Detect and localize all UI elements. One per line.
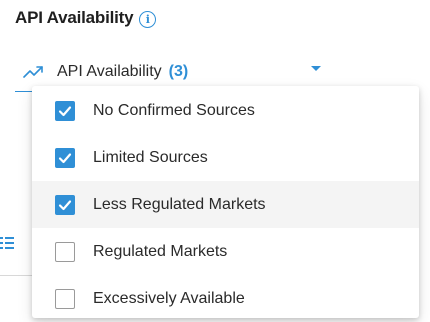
selected-count: (3) xyxy=(168,62,189,80)
checkbox-checked[interactable] xyxy=(55,100,75,121)
filter-section-title: API Availability i xyxy=(15,6,157,30)
checkbox-unchecked[interactable] xyxy=(55,241,75,262)
list-icon[interactable] xyxy=(0,236,14,250)
option-no-confirmed-sources[interactable]: No Confirmed Sources xyxy=(32,87,419,134)
option-label: Limited Sources xyxy=(93,148,208,166)
option-label: Less Regulated Markets xyxy=(93,195,266,213)
divider xyxy=(0,275,36,276)
option-excessively-available[interactable]: Excessively Available xyxy=(32,275,419,322)
option-limited-sources[interactable]: Limited Sources xyxy=(32,134,419,181)
option-label: No Confirmed Sources xyxy=(93,101,255,119)
option-label: Excessively Available xyxy=(93,289,245,307)
option-less-regulated-markets[interactable]: Less Regulated Markets xyxy=(32,181,419,228)
checkbox-unchecked[interactable] xyxy=(55,288,75,309)
info-icon[interactable]: i xyxy=(139,11,157,28)
checkmark-icon xyxy=(58,105,72,116)
trending-up-icon xyxy=(23,65,43,78)
checkmark-icon xyxy=(58,199,72,210)
caret-down-icon[interactable] xyxy=(311,66,321,71)
checkmark-icon xyxy=(58,152,72,163)
select-label: API Availability xyxy=(57,62,162,80)
checkbox-checked[interactable] xyxy=(55,194,75,215)
filter-title: API Availability xyxy=(15,8,134,27)
option-label: Regulated Markets xyxy=(93,242,228,260)
availability-dropdown-menu: No Confirmed Sources Limited Sources Les… xyxy=(32,86,419,318)
checkbox-checked[interactable] xyxy=(55,147,75,168)
option-regulated-markets[interactable]: Regulated Markets xyxy=(32,228,419,275)
